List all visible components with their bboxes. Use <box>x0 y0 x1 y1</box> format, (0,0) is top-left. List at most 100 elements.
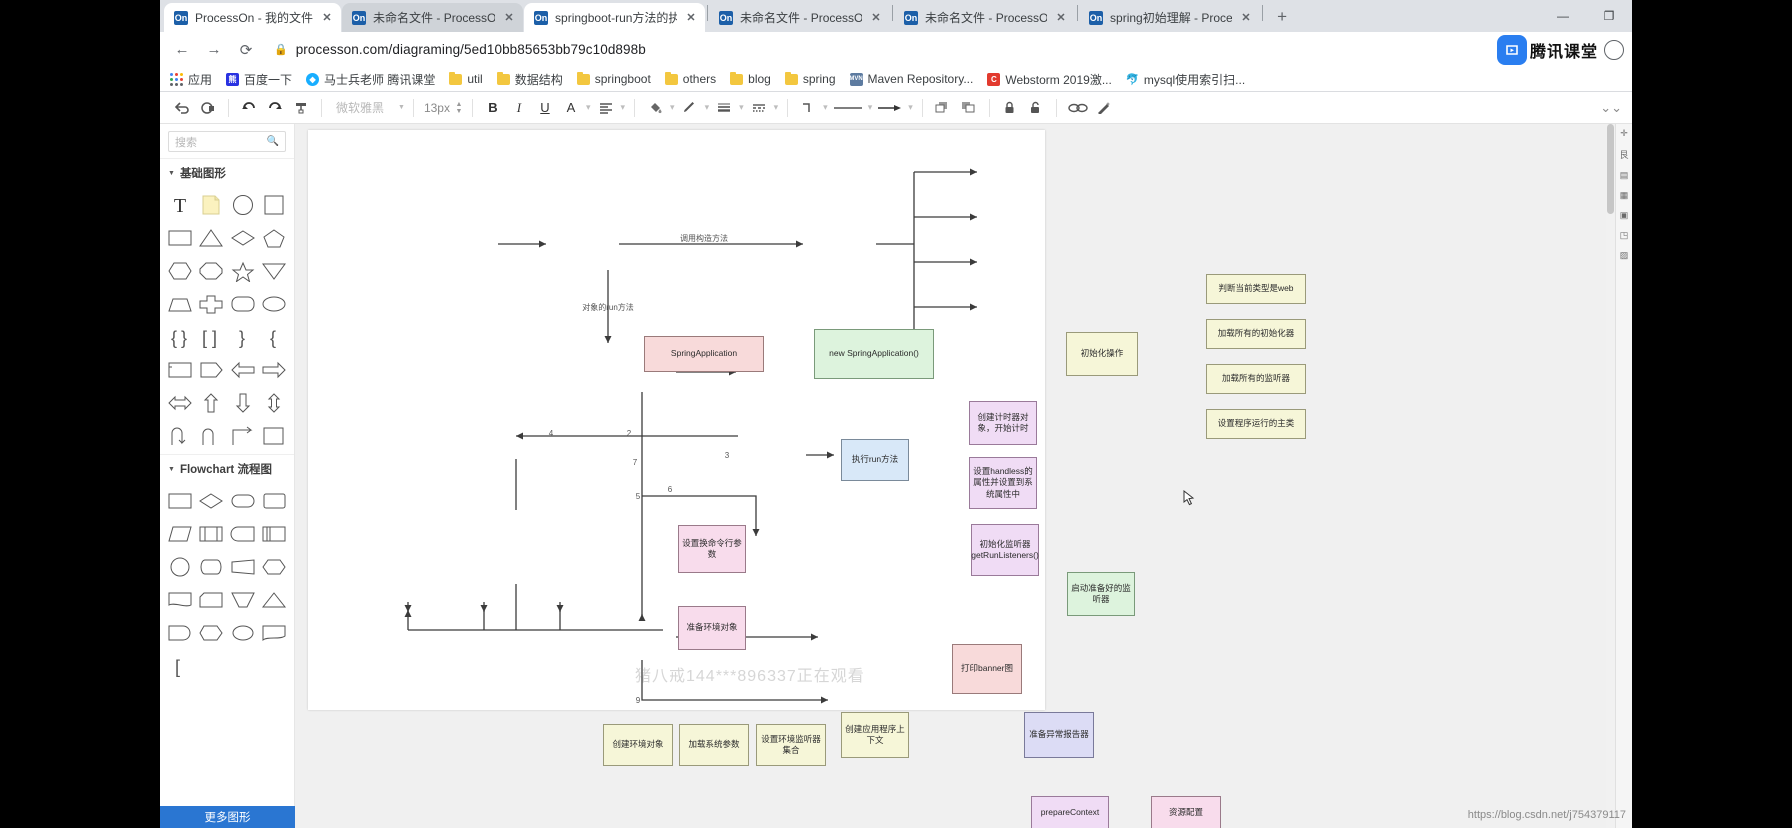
chevron-down-icon[interactable]: ▾ <box>586 102 591 113</box>
flow-data[interactable] <box>164 517 196 550</box>
diagram-node-judge-web-type[interactable]: 判断当前类型是web <box>1206 274 1306 304</box>
flow-manual-operation[interactable] <box>227 550 259 583</box>
shape-diamond[interactable] <box>227 221 259 254</box>
shape-triangle[interactable] <box>196 221 228 254</box>
flow-document[interactable] <box>164 583 196 616</box>
undo-arrow-icon[interactable] <box>170 96 194 120</box>
diagram-node-new-springapplication[interactable]: new SpringApplication() <box>814 329 934 379</box>
pen-icon[interactable] <box>678 96 702 120</box>
diagram-node-springapplication[interactable]: SpringApplication <box>644 336 764 372</box>
maximize-button[interactable]: ❐ <box>1586 0 1632 32</box>
bookmark-mysql[interactable]: 🐬 mysql使用索引扫... <box>1126 71 1245 88</box>
connector-icon[interactable] <box>796 96 820 120</box>
shape-note[interactable] <box>196 188 228 221</box>
shape-star[interactable] <box>227 254 259 287</box>
diagram-node-execute-run[interactable]: 执行run方法 <box>841 439 909 481</box>
shape-arrow-updown[interactable] <box>259 386 291 419</box>
flow-tape[interactable] <box>259 616 291 649</box>
diagram-node-init-operation[interactable]: 初始化操作 <box>1066 332 1138 376</box>
history-icon[interactable]: ◳ <box>1620 230 1629 241</box>
line-width-icon[interactable] <box>831 96 865 120</box>
diagram-node-set-env-listeners[interactable]: 设置环境监听器集合 <box>756 724 826 766</box>
style-panel-icon[interactable]: 艮 <box>1619 148 1628 161</box>
bookmark-springboot[interactable]: springboot <box>576 71 651 86</box>
shape-brace-single[interactable]: } <box>227 320 259 353</box>
undo-icon[interactable] <box>237 96 261 120</box>
flow-display[interactable] <box>196 616 228 649</box>
line-style-icon[interactable] <box>712 96 736 120</box>
diagram-node-prepare-exception-reporter[interactable]: 准备异常报告器 <box>1024 712 1094 758</box>
section-basic-shapes[interactable]: ▼ 基础图形 <box>160 158 294 186</box>
grid-icon[interactable]: ▦ <box>1620 190 1629 201</box>
minimize-button[interactable]: — <box>1540 0 1586 32</box>
browser-tab-4[interactable]: On 未命名文件 - ProcessOn ✕ <box>894 3 1076 32</box>
shape-square-outline[interactable] <box>259 419 291 452</box>
shape-arrow-leftright[interactable] <box>164 386 196 419</box>
magic-wand-icon[interactable] <box>1093 96 1117 120</box>
shape-note-corner[interactable] <box>164 353 196 386</box>
flow-connector-circle[interactable] <box>164 550 196 583</box>
flow-stored-data[interactable] <box>227 616 259 649</box>
chevron-down-icon[interactable]: ▾ <box>868 102 873 113</box>
flow-extract[interactable] <box>259 583 291 616</box>
browser-tab-2[interactable]: On springboot-run方法的执行 ✕ <box>524 3 706 32</box>
format-painter-icon[interactable] <box>289 96 313 120</box>
diagram-node-load-system-params[interactable]: 加载系统参数 <box>679 724 749 766</box>
arrow-style-icon[interactable] <box>875 96 905 120</box>
search-input[interactable]: 搜索 🔍 <box>168 131 286 152</box>
bookmark-webstorm[interactable]: C Webstorm 2019激... <box>987 71 1112 88</box>
fill-icon[interactable] <box>643 96 667 120</box>
tab-close-icon[interactable]: ✕ <box>685 11 697 24</box>
diagram-node-prepare-environment[interactable]: 准备环境对象 <box>678 606 746 650</box>
chevron-down-icon[interactable]: ▾ <box>739 102 744 113</box>
diagram-node-print-banner[interactable]: 打印banner图 <box>952 644 1022 694</box>
chevron-down-icon[interactable]: ▾ <box>823 102 828 113</box>
layers-icon[interactable]: ▤ <box>1620 170 1629 181</box>
new-tab-button[interactable]: + <box>1268 3 1296 31</box>
shape-octagon[interactable] <box>196 254 228 287</box>
browser-tab-0[interactable]: On ProcessOn - 我的文件 ✕ <box>164 3 342 32</box>
shape-u-turn-arrow[interactable] <box>164 419 196 452</box>
bookmark-apps[interactable]: 应用 <box>170 71 212 88</box>
shape-arrow-down[interactable] <box>227 386 259 419</box>
bold-button[interactable]: B <box>481 96 505 120</box>
comment-icon[interactable]: ▣ <box>1620 210 1629 221</box>
bookmark-spring[interactable]: spring <box>784 71 836 86</box>
shape-rectangle[interactable] <box>164 221 196 254</box>
shape-arrow-right[interactable] <box>259 353 291 386</box>
add-page-icon[interactable]: ✛ <box>1620 128 1628 139</box>
bookmark-baidu[interactable]: 熊 百度一下 <box>226 71 292 88</box>
shape-cross[interactable] <box>196 287 228 320</box>
diagram-node-load-initializers[interactable]: 加载所有的初始化器 <box>1206 319 1306 349</box>
shape-u-turn-arrow-2[interactable] <box>196 419 228 452</box>
dash-style-icon[interactable] <box>747 96 771 120</box>
flow-bracket[interactable]: [ <box>164 649 196 682</box>
redo-circle-icon[interactable] <box>196 96 220 120</box>
diagram-node-start-listeners[interactable]: 启动准备好的监听器 <box>1067 572 1135 616</box>
shape-triangle-down[interactable] <box>259 254 291 287</box>
chevron-down-icon[interactable]: ▾ <box>705 102 710 113</box>
font-family-select[interactable]: 微软雅黑 <box>330 99 396 116</box>
diagram-node-set-handless[interactable]: 设置handless的属性并设置到系统属性中 <box>969 457 1037 509</box>
tab-close-icon[interactable]: ✕ <box>321 11 333 24</box>
back-button[interactable]: ← <box>168 36 196 64</box>
diagram-node-create-timer[interactable]: 创建计时器对象，开始计时 <box>969 401 1037 445</box>
tab-close-icon[interactable]: ✕ <box>1240 11 1252 24</box>
underline-button[interactable]: U <box>533 96 557 120</box>
browser-tab-5[interactable]: On spring初始理解 - ProcessOn ✕ <box>1079 3 1261 32</box>
chevron-down-icon[interactable]: ▾ <box>670 102 675 113</box>
bookmark-util[interactable]: util <box>449 71 483 86</box>
diagram-canvas[interactable]: 调用构造方法 对象的run方法 1 2 3 4 5 6 7 8 9 Spring… <box>295 124 1632 828</box>
lock-icon[interactable] <box>998 96 1022 120</box>
shape-bracket-pair[interactable]: [] <box>196 320 228 353</box>
diagram-node-resource-config[interactable]: 资源配置 <box>1151 796 1221 828</box>
font-size-input[interactable]: 13px <box>422 101 452 115</box>
flow-direct-access[interactable] <box>196 550 228 583</box>
flow-delay[interactable] <box>164 616 196 649</box>
more-shapes-button[interactable]: 更多图形 <box>160 806 295 828</box>
diagram-node-prepare-context[interactable]: prepareContext <box>1031 796 1109 828</box>
diagram-node-create-app-context[interactable]: 创建应用程序上下文 <box>841 712 909 758</box>
canvas-vscrollbar[interactable] <box>1606 124 1615 828</box>
flow-merge[interactable] <box>227 583 259 616</box>
shape-arrow-up[interactable] <box>196 386 228 419</box>
